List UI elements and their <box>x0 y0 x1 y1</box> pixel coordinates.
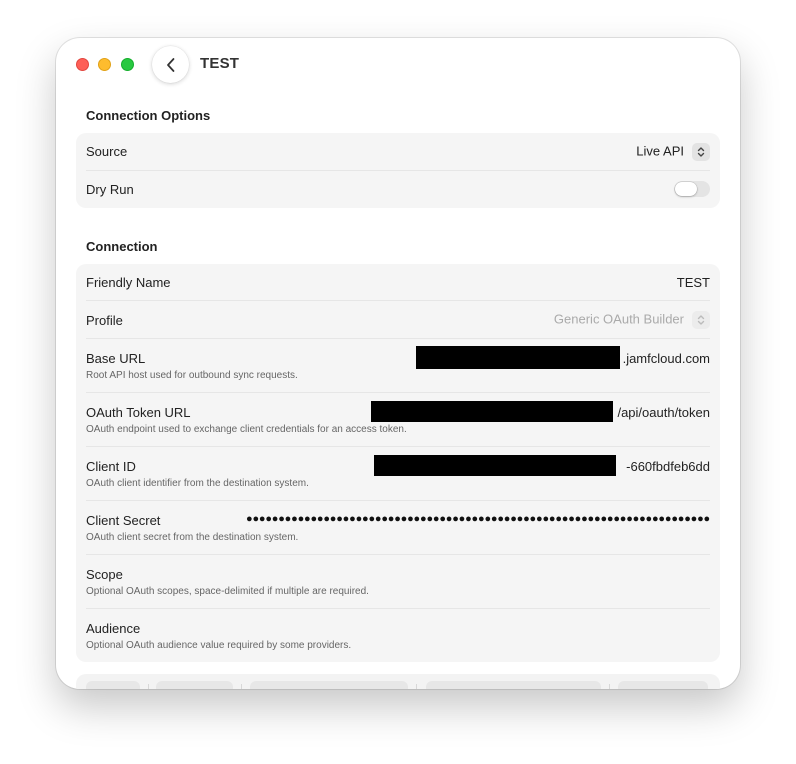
toolbar-separator <box>609 684 610 689</box>
oauth-token-url-help: OAuth endpoint used to exchange client c… <box>86 424 407 435</box>
oauth-token-url-field[interactable]: /api/oauth/token <box>617 405 710 420</box>
client-secret-field[interactable]: ●●●●●●●●●●●●●●●●●●●●●●●●●●●●●●●●●●●●●●●●… <box>192 513 710 525</box>
client-secret-row: Client Secret OAuth client secret from t… <box>86 501 710 555</box>
app-window: TEST Connection Options Source Live API … <box>56 38 740 689</box>
profile-row: Profile Generic OAuth Builder <box>86 301 710 339</box>
client-id-row: Client ID OAuth client identifier from t… <box>86 447 710 501</box>
friendly-name-field[interactable]: TEST <box>677 275 710 290</box>
audience-field[interactable] <box>330 617 710 637</box>
chevron-up-down-icon <box>692 311 710 329</box>
dry-run-toggle[interactable] <box>674 181 710 197</box>
connection-heading: Connection <box>86 239 158 254</box>
client-id-help: OAuth client identifier from the destina… <box>86 478 309 489</box>
scope-label: Scope <box>86 567 123 582</box>
client-id-field[interactable]: -660fbdfeb6dd <box>626 459 710 474</box>
oauth-token-url-row: OAuth Token URL OAuth endpoint used to e… <box>86 393 710 447</box>
dry-run-row: Dry Run <box>86 171 710 208</box>
window-minimize-button[interactable] <box>98 58 111 71</box>
client-secret-help: OAuth client secret from the destination… <box>86 532 299 543</box>
audience-label: Audience <box>86 621 141 636</box>
connection-options-heading: Connection Options <box>86 108 211 123</box>
toolbar-button-1[interactable] <box>86 681 140 689</box>
friendly-name-label: Friendly Name <box>86 275 171 290</box>
toggle-knob <box>675 182 697 196</box>
window-maximize-button[interactable] <box>121 58 134 71</box>
connection-group: Friendly Name TEST Profile Generic OAuth… <box>76 264 720 662</box>
toolbar-button-5[interactable] <box>618 681 708 689</box>
source-value: Live API <box>636 143 684 159</box>
back-button[interactable] <box>152 46 189 83</box>
source-label: Source <box>86 144 128 159</box>
scope-row: Scope Optional OAuth scopes, space-delim… <box>86 555 710 609</box>
client-secret-label: Client Secret <box>86 513 161 528</box>
scope-field[interactable] <box>330 563 710 583</box>
scope-help: Optional OAuth scopes, space-delimited i… <box>86 586 369 597</box>
window-title: TEST <box>200 55 240 72</box>
chevron-left-icon <box>166 57 174 72</box>
toolbar-button-2[interactable] <box>156 681 233 689</box>
toolbar-button-4[interactable] <box>426 681 601 689</box>
client-id-label: Client ID <box>86 459 136 474</box>
profile-value: Generic OAuth Builder <box>553 311 684 327</box>
redaction-block <box>416 346 620 369</box>
connection-options-group: Source Live API Dry Run <box>76 133 720 208</box>
audience-help: Optional OAuth audience value required b… <box>86 640 352 651</box>
base-url-help: Root API host used for outbound sync req… <box>86 370 298 381</box>
base-url-row: Base URL Root API host used for outbound… <box>86 339 710 393</box>
toolbar-separator <box>416 684 417 689</box>
chevron-up-down-icon <box>692 143 710 161</box>
toolbar-button-3[interactable] <box>250 681 408 689</box>
profile-label: Profile <box>86 313 123 328</box>
action-toolbar <box>76 674 720 689</box>
dry-run-label: Dry Run <box>86 182 134 197</box>
source-row: Source Live API <box>86 133 710 171</box>
toolbar-separator <box>148 684 149 689</box>
redaction-block <box>374 455 616 476</box>
toolbar-separator <box>241 684 242 689</box>
window-close-button[interactable] <box>76 58 89 71</box>
base-url-label: Base URL <box>86 351 146 366</box>
friendly-name-row: Friendly Name TEST <box>86 264 710 301</box>
redaction-block <box>371 401 613 422</box>
audience-row: Audience Optional OAuth audience value r… <box>86 609 710 662</box>
base-url-field[interactable]: .jamfcloud.com <box>623 351 710 366</box>
profile-select[interactable]: Generic OAuth Builder <box>554 311 710 329</box>
source-select[interactable]: Live API <box>636 143 710 161</box>
oauth-token-url-label: OAuth Token URL <box>86 405 191 420</box>
